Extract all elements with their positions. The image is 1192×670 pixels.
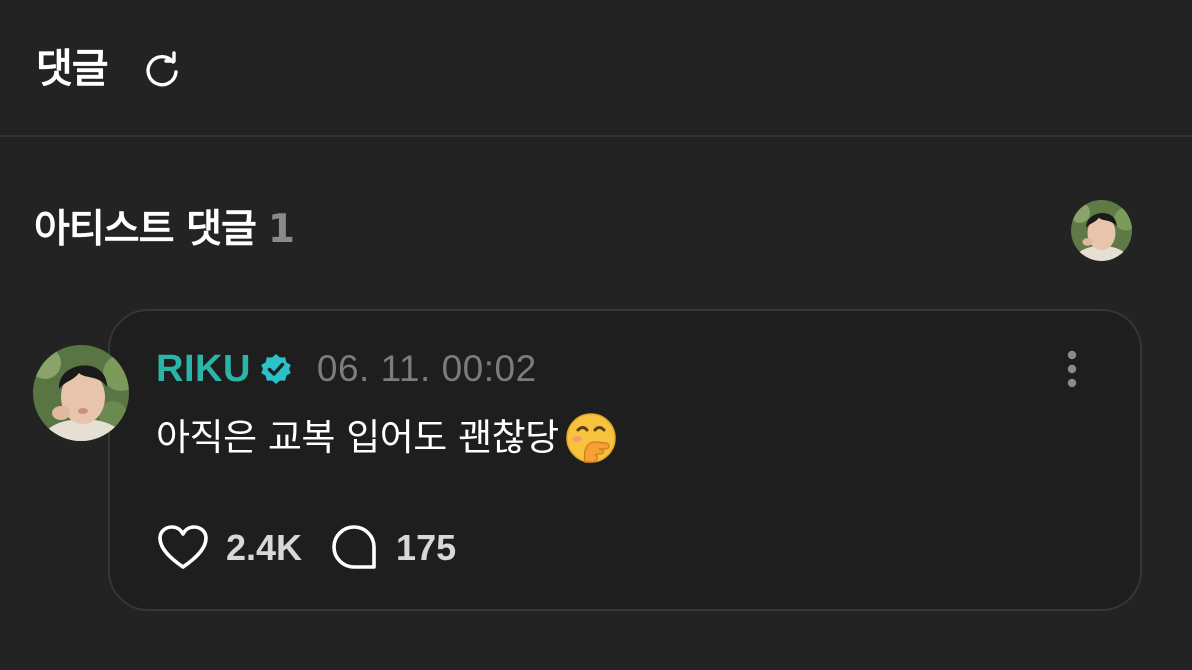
section-title: 아티스트 댓글 (34, 207, 257, 252)
verified-badge-icon (259, 352, 293, 386)
refresh-button[interactable] (140, 48, 184, 92)
section-count: 1 (267, 207, 295, 252)
artist-comments-heading: 아티스트 댓글 1 (34, 202, 295, 258)
avatar-image (33, 345, 129, 441)
page-title: 댓글 (36, 46, 109, 92)
like-count: 2.4K (226, 527, 303, 568)
reply-count: 175 (396, 527, 457, 568)
comment-header: RIKU 06. 11. 00:02 (156, 344, 537, 394)
more-options-button[interactable] (1054, 346, 1090, 392)
author-name[interactable]: RIKU (156, 348, 251, 391)
header: 댓글 (0, 0, 1192, 137)
comments-page: 댓글 아티스트 댓글 1 RIKU 06. 11. 00:02 아직은 교복 입… (0, 0, 1192, 670)
heart-icon (158, 525, 208, 569)
like-button[interactable]: 2.4K (156, 524, 302, 572)
comment-body: 아직은 교복 입어도 괜찮당 (156, 410, 617, 466)
speech-bubble-icon (332, 525, 376, 569)
comment-actions: 2.4K 175 (156, 521, 456, 575)
avatar-image (1071, 200, 1132, 261)
comment-timestamp: 06. 11. 00:02 (316, 348, 537, 389)
refresh-icon (146, 51, 178, 87)
artist-avatar[interactable] (1071, 200, 1132, 261)
avatar[interactable] (33, 345, 129, 441)
comment-text: 아직은 교복 입어도 괜찮당 (156, 416, 559, 459)
face-with-hand-over-mouth-emoji-icon (565, 412, 617, 464)
reply-button[interactable]: 175 (330, 523, 456, 573)
more-vertical-icon (1067, 350, 1077, 388)
